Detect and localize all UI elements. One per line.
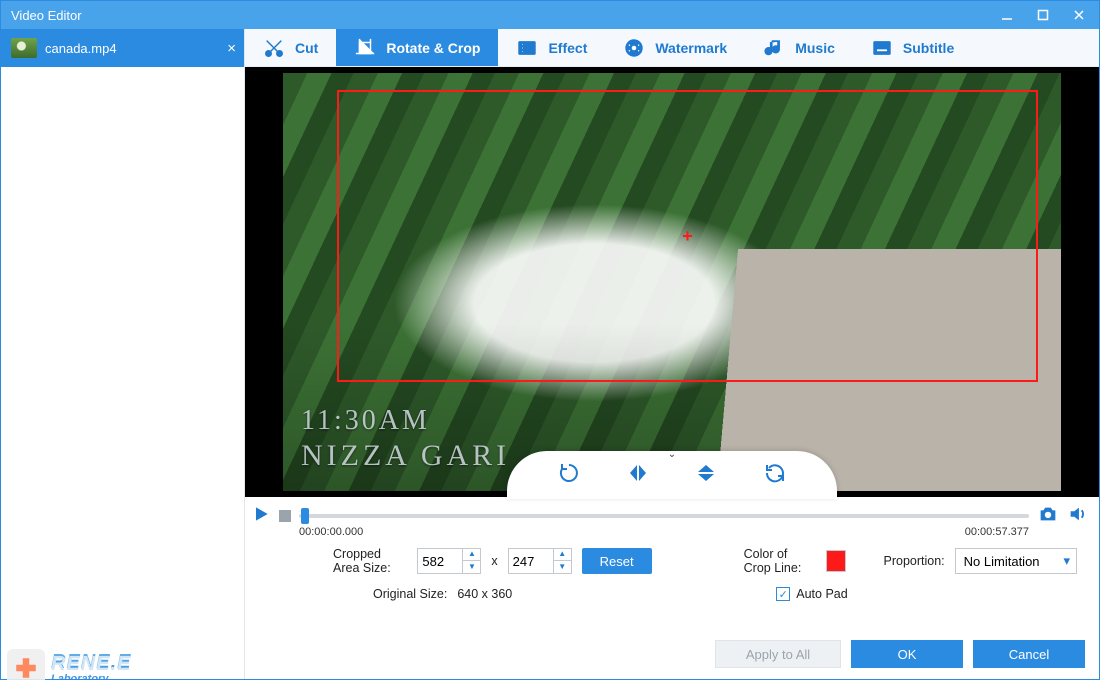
file-close-icon[interactable]: × — [227, 40, 236, 57]
current-time: 00:00:00.000 — [299, 526, 379, 538]
total-time: 00:00:57.377 — [949, 526, 1029, 538]
tab-music[interactable]: Music — [745, 29, 853, 66]
cancel-button[interactable]: Cancel — [973, 640, 1085, 668]
overlay-place-text: NIZZA GARI — [301, 439, 510, 473]
tab-music-label: Music — [795, 40, 835, 56]
brand-mark-icon — [7, 649, 45, 680]
tab-cut-label: Cut — [295, 40, 318, 56]
crop-height-input[interactable]: ▲▼ — [508, 548, 572, 574]
original-size-value: 640 x 360 — [457, 587, 512, 601]
maximize-button[interactable] — [1025, 1, 1061, 29]
crop-width-input[interactable]: ▲▼ — [417, 548, 481, 574]
crop-center-icon: + — [681, 229, 695, 243]
timeline-bar: 00:00:00.000 00:00:57.377 — [245, 497, 1099, 535]
stop-button[interactable] — [279, 510, 291, 522]
rotate-cw-button[interactable] — [557, 461, 581, 490]
tab-watermark[interactable]: Watermark — [605, 29, 745, 66]
preview-area: 11:30AM NIZZA GARI + ⌄ — [245, 67, 1099, 497]
seek-track[interactable]: 00:00:00.000 00:00:57.377 — [299, 508, 1029, 524]
title-bar: Video Editor — [1, 1, 1099, 29]
flip-vertical-button[interactable] — [694, 461, 718, 490]
overlay-time-text: 11:30AM — [301, 405, 430, 437]
footer-buttons: Apply to All OK Cancel — [245, 629, 1099, 679]
tab-effect[interactable]: Effect — [498, 29, 605, 66]
file-tab[interactable]: canada.mp4 × — [1, 29, 244, 67]
tab-cut[interactable]: Cut — [245, 29, 336, 66]
app-window: Video Editor canada.mp4 × RENE. — [0, 0, 1100, 680]
crop-height-spinner[interactable]: ▲▼ — [553, 549, 571, 574]
tab-rotate-crop-label: Rotate & Crop — [386, 40, 480, 56]
seek-line — [299, 514, 1029, 518]
transform-dock: ⌄ — [507, 451, 837, 499]
tab-subtitle[interactable]: Subtitle — [853, 29, 972, 66]
apply-to-all-button[interactable]: Apply to All — [715, 640, 841, 668]
original-size-label: Original Size: — [373, 587, 447, 601]
proportion-label: Proportion: — [884, 554, 945, 568]
crop-color-swatch[interactable] — [826, 550, 846, 572]
proportion-value: No Limitation — [964, 554, 1040, 569]
dock-collapse-icon[interactable]: ⌄ — [668, 449, 676, 460]
ok-button[interactable]: OK — [851, 640, 963, 668]
auto-pad-label: Auto Pad — [796, 587, 847, 601]
brand-logo: RENE.E Laboratory — [7, 649, 131, 680]
flip-horizontal-button[interactable] — [626, 461, 650, 490]
volume-button[interactable] — [1067, 503, 1089, 530]
video-frame[interactable]: 11:30AM NIZZA GARI + — [283, 73, 1061, 491]
tool-tabs: Cut Rotate & Crop Effect Watermark Music — [245, 29, 1099, 67]
snapshot-button[interactable] — [1037, 503, 1059, 530]
reset-transform-button[interactable] — [763, 461, 787, 490]
main-panel: Cut Rotate & Crop Effect Watermark Music — [245, 29, 1099, 679]
crop-rectangle[interactable]: + — [337, 90, 1037, 383]
proportion-select[interactable]: No Limitation ▾ — [955, 548, 1077, 574]
brand-text-2: Laboratory — [51, 674, 131, 680]
crop-color-label: Color of Crop Line: — [744, 547, 816, 575]
chevron-down-icon: ▾ — [1063, 553, 1070, 569]
seek-knob[interactable] — [301, 508, 309, 524]
crop-width-spinner[interactable]: ▲▼ — [462, 549, 480, 574]
file-name: canada.mp4 — [45, 41, 117, 56]
reset-crop-button[interactable]: Reset — [582, 548, 652, 574]
crop-settings: Cropped Area Size: ▲▼ x ▲▼ Reset Color o… — [245, 535, 1099, 601]
close-button[interactable] — [1061, 1, 1097, 29]
file-thumbnail — [11, 38, 37, 58]
tab-subtitle-label: Subtitle — [903, 40, 954, 56]
minimize-button[interactable] — [989, 1, 1025, 29]
window-title: Video Editor — [11, 8, 989, 23]
brand-text-1: RENE.E — [51, 652, 131, 672]
cropped-size-label: Cropped Area Size: — [333, 547, 407, 575]
checkbox-icon: ✓ — [776, 587, 790, 601]
tab-rotate-crop[interactable]: Rotate & Crop — [336, 29, 498, 66]
play-button[interactable] — [251, 504, 271, 529]
sidebar: canada.mp4 × RENE.E Laboratory — [1, 29, 245, 679]
tab-watermark-label: Watermark — [655, 40, 727, 56]
crop-height-field[interactable] — [509, 554, 553, 569]
by-label: x — [491, 554, 497, 568]
crop-width-field[interactable] — [418, 554, 462, 569]
tab-effect-label: Effect — [548, 40, 587, 56]
auto-pad-checkbox[interactable]: ✓ Auto Pad — [776, 587, 847, 601]
